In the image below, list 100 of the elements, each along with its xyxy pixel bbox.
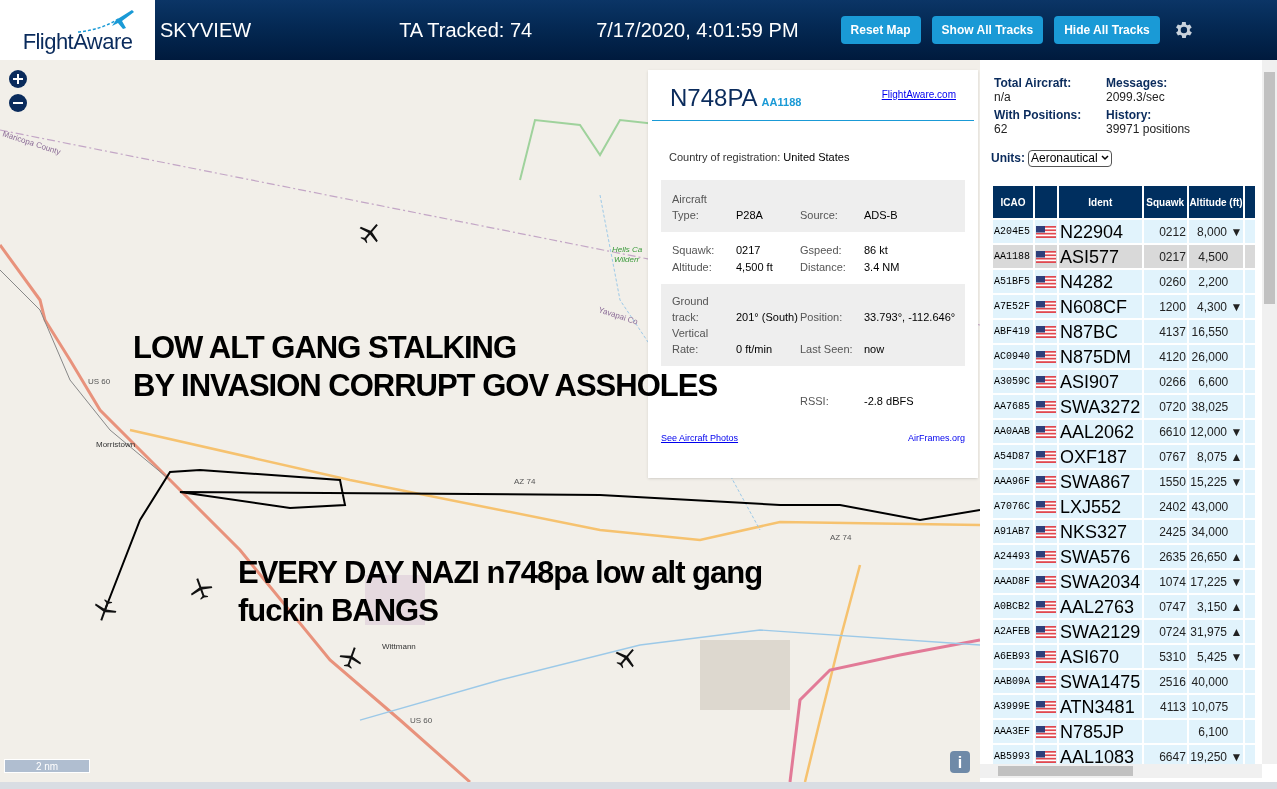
squawk-cell: 0724 (1143, 620, 1187, 643)
squawk-cell: 1550 (1143, 470, 1187, 493)
ident-cell[interactable]: ATN3481 (1058, 695, 1142, 718)
table-row[interactable]: AAA3EF N785JP 6,100 (993, 720, 1255, 743)
flag-icon (1035, 475, 1056, 488)
units-select[interactable]: Aeronautical (1028, 149, 1112, 167)
table-row[interactable]: A0BCB2 AAL2763 0747 3,150 ▲ (993, 595, 1255, 618)
table-row[interactable]: A24493 SWA576 2635 26,650 ▲ (993, 545, 1255, 568)
airplane-icon[interactable] (338, 645, 364, 671)
column-header[interactable]: Altitude (ft) (1188, 186, 1244, 218)
ident-cell[interactable]: NKS327 (1058, 520, 1142, 543)
table-row[interactable]: A7076C LXJ552 2402 43,000 (993, 495, 1255, 518)
icao-cell: A6EB93 (993, 645, 1033, 668)
field-label: Vertical Rate: (672, 325, 710, 357)
table-row[interactable]: ABF419 N87BC 4137 16,550 (993, 320, 1255, 343)
ident-cell[interactable]: N4282 (1058, 270, 1142, 293)
table-row[interactable]: A2AFEB SWA2129 0724 31,975 ▲ (993, 620, 1255, 643)
ident-cell[interactable]: N87BC (1058, 320, 1142, 343)
column-header[interactable]: Squawk (1143, 186, 1187, 218)
column-header[interactable]: Ident (1058, 186, 1142, 218)
horizontal-scrollbar[interactable] (980, 764, 1262, 778)
table-row[interactable]: AAA96F SWA867 1550 15,225 ▼ (993, 470, 1255, 493)
zoom-out-button[interactable] (9, 94, 27, 112)
ident-cell[interactable]: N608CF (1058, 295, 1142, 318)
altitude-cell: 8,000 ▼ (1188, 220, 1244, 243)
ident-cell[interactable]: SWA2034 (1058, 570, 1142, 593)
field-label: RSSI: (800, 393, 830, 409)
field-label: Gspeed: (800, 242, 843, 258)
altitude-cell: 34,000 (1188, 520, 1244, 543)
vertical-scrollbar[interactable] (1262, 60, 1277, 764)
altitude-cell: 3,150 ▲ (1188, 595, 1244, 618)
ident-cell[interactable]: SWA576 (1058, 545, 1142, 568)
squawk-cell: 0260 (1143, 270, 1187, 293)
ident-cell[interactable]: SWA2129 (1058, 620, 1142, 643)
ident-cell[interactable]: N22904 (1058, 220, 1142, 243)
flag-icon (1035, 500, 1056, 513)
ident-cell[interactable]: AAL2763 (1058, 595, 1142, 618)
table-row[interactable]: AA1188 ASI577 0217 4,500 (993, 245, 1255, 268)
aircraft-callsign: AA1188 (761, 94, 802, 110)
ident-cell[interactable]: N785JP (1058, 720, 1142, 743)
field-value: ADS-B (864, 207, 899, 223)
field-label: Position: (800, 309, 844, 325)
flag-icon (1035, 350, 1056, 363)
ident-cell[interactable]: SWA3272 (1058, 395, 1142, 418)
table-row[interactable]: AA7685 SWA3272 0720 38,025 (993, 395, 1255, 418)
annotation-text: EVERY DAY NAZI n748pa low alt gang (238, 555, 763, 591)
altitude-cell: 26,000 (1188, 345, 1244, 368)
ident-cell[interactable]: ASI670 (1058, 645, 1142, 668)
ident-cell[interactable]: LXJ552 (1058, 495, 1142, 518)
squawk-cell: 1200 (1143, 295, 1187, 318)
ident-cell[interactable]: SWA1475 (1058, 670, 1142, 693)
table-row[interactable]: A6EB93 ASI670 5310 5,425 ▼ (993, 645, 1255, 668)
table-row[interactable]: A91AB7 NKS327 2425 34,000 (993, 520, 1255, 543)
flightaware-link[interactable]: FlightAware.com (881, 87, 956, 102)
airplane-icon[interactable] (92, 597, 118, 623)
info-button[interactable]: i (950, 751, 970, 773)
ident-cell[interactable]: SWA867 (1058, 470, 1142, 493)
squawk-cell: 0212 (1143, 220, 1187, 243)
altitude-cell: 12,000 ▼ (1188, 420, 1244, 443)
aircraft-ident: N748PA (670, 86, 758, 110)
altitude-cell: 38,025 (1188, 395, 1244, 418)
ident-cell[interactable]: N875DM (1058, 345, 1142, 368)
altitude-cell: 10,075 (1188, 695, 1244, 718)
table-row[interactable]: A3999E ATN3481 4113 10,075 (993, 695, 1255, 718)
squawk-cell: 2425 (1143, 520, 1187, 543)
field-label: Aircraft Type: (672, 191, 708, 223)
table-row[interactable]: A54D87 OXF187 0767 8,075 ▲ (993, 445, 1255, 468)
icao-cell: A3999E (993, 695, 1033, 718)
field-value: P28A (736, 207, 764, 223)
column-header[interactable]: ICAO (993, 186, 1033, 218)
table-row[interactable]: AAB09A SWA1475 2516 40,000 (993, 670, 1255, 693)
squawk-cell: 2635 (1143, 545, 1187, 568)
table-row[interactable]: A204E5 N22904 0212 8,000 ▼ (993, 220, 1255, 243)
table-row[interactable]: AA0AAB AAL2062 6610 12,000 ▼ (993, 420, 1255, 443)
scale-bar: 2 nm (4, 759, 90, 773)
ident-cell[interactable]: AAL2062 (1058, 420, 1142, 443)
column-header[interactable] (1034, 186, 1057, 218)
table-row[interactable]: AAAD8F SWA2034 1074 17,225 ▼ (993, 570, 1255, 593)
field-value: 0 ft/min (736, 341, 774, 357)
table-row[interactable]: A51BF5 N4282 0260 2,200 (993, 270, 1255, 293)
squawk-cell: 4120 (1143, 345, 1187, 368)
ident-cell[interactable]: OXF187 (1058, 445, 1142, 468)
field-value: -2.8 dBFS (864, 393, 915, 409)
icao-cell: A91AB7 (993, 520, 1033, 543)
ident-cell[interactable]: ASI577 (1058, 245, 1142, 268)
table-row[interactable]: A3059C ASI907 0266 6,600 (993, 370, 1255, 393)
zoom-in-button[interactable] (9, 70, 27, 88)
airplane-icon[interactable] (188, 576, 214, 602)
aircraft-photos-link[interactable]: See Aircraft Photos (661, 431, 739, 445)
flag-icon (1035, 425, 1056, 438)
field-value: now (864, 341, 886, 357)
table-row[interactable]: AC0940 N875DM 4120 26,000 (993, 345, 1255, 368)
airframes-link[interactable]: AirFrames.org (908, 431, 965, 445)
icao-cell: A7076C (993, 495, 1033, 518)
map-label: Morristown (96, 440, 136, 449)
flag-icon (1035, 300, 1056, 313)
ident-cell[interactable]: ASI907 (1058, 370, 1142, 393)
ident-cell[interactable]: AAL1083 (1058, 745, 1142, 764)
table-row[interactable]: A7E52F N608CF 1200 4,300 ▼ (993, 295, 1255, 318)
squawk-cell: 4113 (1143, 695, 1187, 718)
